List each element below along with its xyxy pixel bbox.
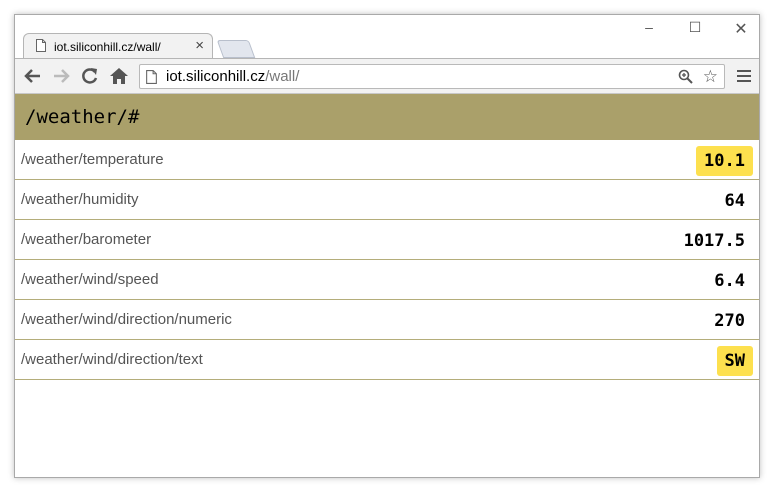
url-path: /wall/: [265, 68, 300, 85]
topic-value: 10.1: [696, 146, 753, 176]
topic-key: /weather/wind/speed: [21, 271, 159, 288]
topic-row: /weather/wind/speed 6.4: [15, 260, 759, 300]
tab-close-icon[interactable]: ×: [195, 37, 204, 54]
close-window-button[interactable]: ✕: [729, 19, 753, 39]
topic-header: /weather/#: [15, 94, 759, 140]
topic-row: /weather/temperature 10.1: [15, 140, 759, 180]
topic-row: /weather/wind/direction/text SW: [15, 340, 759, 380]
menu-icon[interactable]: [737, 70, 751, 85]
topic-value: 1017.5: [683, 231, 745, 251]
browser-window: iot.siliconhill.cz/wall/ × – ☐ ✕ iot.sil…: [14, 14, 760, 478]
page-icon: [146, 70, 157, 84]
topic-row: /weather/barometer 1017.5: [15, 220, 759, 260]
url-text[interactable]: iot.siliconhill.cz/wall/: [166, 68, 299, 85]
forward-arrow-icon[interactable]: [51, 67, 71, 85]
home-icon[interactable]: [109, 67, 129, 85]
active-tab[interactable]: iot.siliconhill.cz/wall/ ×: [23, 33, 213, 59]
topic-key: /weather/wind/direction/numeric: [21, 311, 232, 328]
topic-key: /weather/barometer: [21, 231, 152, 248]
zoom-icon[interactable]: [678, 69, 694, 85]
topic-row: /weather/humidity 64: [15, 180, 759, 220]
topic-value: 6.4: [714, 271, 745, 291]
topic-value: 270: [714, 311, 745, 331]
topic-key: /weather/humidity: [21, 191, 139, 208]
back-arrow-icon[interactable]: [23, 67, 43, 85]
topic-list: /weather/temperature 10.1 /weather/humid…: [15, 140, 759, 380]
page-icon: [36, 39, 46, 52]
topic-key: /weather/temperature: [21, 151, 164, 168]
bookmark-star-icon[interactable]: ☆: [703, 67, 718, 87]
new-tab-button[interactable]: [216, 40, 256, 58]
topic-key: /weather/wind/direction/text: [21, 351, 203, 368]
topic-value: 64: [724, 191, 745, 211]
address-bar[interactable]: iot.siliconhill.cz/wall/ ☆: [139, 64, 725, 89]
reload-icon[interactable]: [80, 67, 100, 85]
topic-value: SW: [716, 346, 753, 376]
maximize-button[interactable]: ☐: [683, 19, 707, 39]
topic-row: /weather/wind/direction/numeric 270: [15, 300, 759, 340]
browser-toolbar: iot.siliconhill.cz/wall/ ☆: [15, 58, 759, 94]
url-host: iot.siliconhill.cz: [166, 68, 266, 85]
title-bar: iot.siliconhill.cz/wall/ × – ☐ ✕: [15, 15, 759, 59]
minimize-button[interactable]: –: [637, 19, 661, 39]
tab-title: iot.siliconhill.cz/wall/: [54, 40, 161, 54]
topic-header-text: /weather/#: [25, 106, 140, 128]
